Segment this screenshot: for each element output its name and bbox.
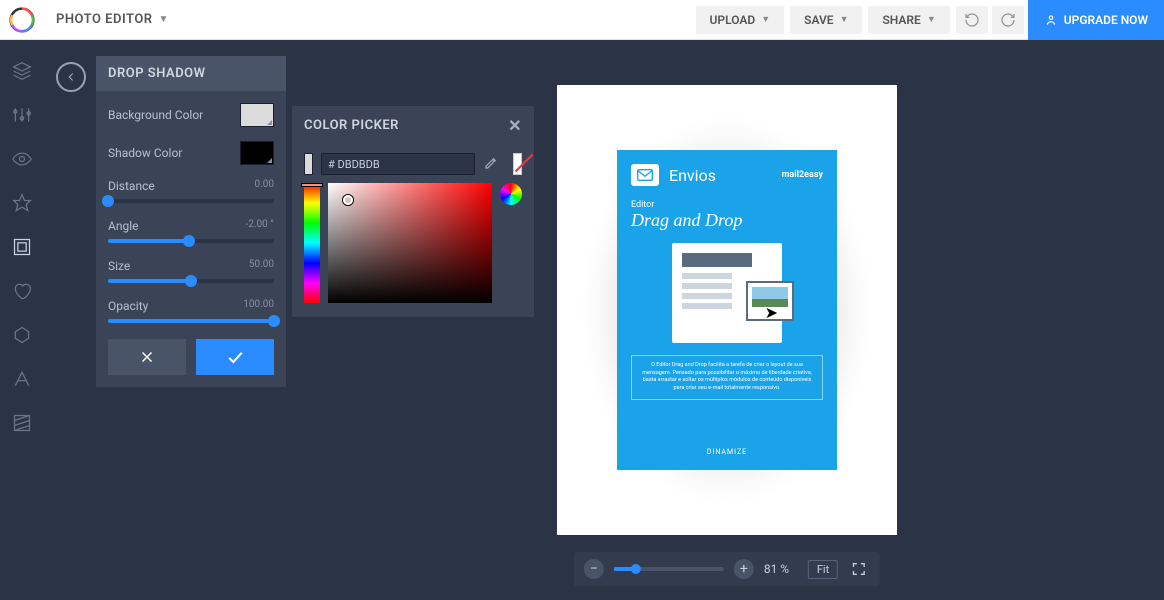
back-button[interactable] [56,62,86,92]
eyedropper-button[interactable] [483,153,497,175]
app-title: PHOTO EDITOR [56,12,153,27]
no-color-button[interactable] [513,153,522,175]
texture-icon[interactable] [11,412,33,434]
chevron-down-icon: ▼ [159,14,169,25]
opacity-value: 100.00 [243,299,274,313]
flyer-brand: mail2easy [782,170,823,180]
size-label: Size [108,259,130,273]
color-picker-title: COLOR PICKER [304,118,399,133]
zoom-value: 81 % [764,562,798,576]
bg-color-swatch[interactable] [240,103,274,127]
topbar: PHOTO EDITOR ▼ UPLOAD▼ SAVE▼ SHARE▼ UPGR… [0,0,1164,40]
size-value: 50.00 [249,259,274,273]
panel-title: DROP SHADOW [96,56,286,91]
zoom-out-button[interactable]: − [584,559,604,579]
canvas-image[interactable]: Envios mail2easy Editor Drag and Drop ➤ … [617,150,837,470]
adjust-icon[interactable] [11,104,33,126]
check-icon [225,347,245,367]
chevron-down-icon: ▼ [761,14,770,25]
zoom-slider[interactable] [614,567,724,571]
zoom-in-button[interactable]: + [734,559,754,579]
shadow-color-swatch[interactable] [240,141,274,165]
color-wheel-button[interactable] [500,183,522,205]
close-button[interactable]: ✕ [508,116,522,135]
arrow-left-icon [64,70,78,84]
bg-color-label: Background Color [108,108,203,122]
flyer-heading: Drag and Drop [631,210,823,231]
flyer-description: O Editor Drag and Drop facilita a tarefa… [631,355,823,400]
color-picker-panel: COLOR PICKER ✕ [292,106,534,317]
hue-slider[interactable] [304,183,320,303]
app-title-dropdown[interactable]: PHOTO EDITOR ▼ [44,0,180,40]
flyer-footer: DINAMIZE [631,448,823,456]
flyer-illustration: ➤ [672,243,782,343]
cursor-icon: ➤ [765,303,778,322]
redo-button[interactable] [992,6,1024,34]
drop-shadow-panel: DROP SHADOW Background Color Shadow Colo… [96,56,286,387]
distance-slider[interactable] [108,199,274,203]
tool-rail [0,40,44,600]
flyer-subtitle: Editor [631,200,823,210]
save-button[interactable]: SAVE▼ [790,6,862,34]
zoom-fit-button[interactable]: Fit [808,560,838,579]
angle-label: Angle [108,219,138,233]
layers-icon[interactable] [11,60,33,82]
current-color-swatch [304,153,313,175]
envelope-icon [631,164,659,186]
cancel-button[interactable] [108,339,186,375]
frame-icon[interactable] [11,236,33,258]
opacity-label: Opacity [108,299,148,313]
zoom-controls: − + 81 % Fit [574,552,880,586]
text-icon[interactable] [11,368,33,390]
chevron-down-icon: ▼ [840,14,849,25]
distance-label: Distance [108,179,155,193]
angle-slider[interactable] [108,239,274,243]
size-slider[interactable] [108,279,274,283]
share-button[interactable]: SHARE▼ [868,6,949,34]
undo-button[interactable] [956,6,988,34]
hex-input[interactable] [321,153,475,175]
artboard: Envios mail2easy Editor Drag and Drop ➤ … [557,85,897,535]
shadow-color-label: Shadow Color [108,146,182,160]
close-icon [138,348,156,366]
chevron-down-icon: ▼ [927,14,936,25]
shape-icon[interactable] [11,324,33,346]
eye-icon[interactable] [11,148,33,170]
app-logo [0,0,44,40]
star-icon[interactable] [11,192,33,214]
apply-button[interactable] [196,339,274,375]
fullscreen-button[interactable] [848,558,870,580]
distance-value: 0.00 [255,179,275,193]
opacity-slider[interactable] [108,319,274,323]
upload-button[interactable]: UPLOAD▼ [696,6,785,34]
upgrade-button[interactable]: UPGRADE NOW [1028,0,1164,40]
heart-icon[interactable] [11,280,33,302]
angle-value: -2.00 ° [246,219,274,233]
upgrade-icon [1044,13,1058,27]
flyer-title: Envios [669,166,772,185]
saturation-value-field[interactable] [328,183,492,303]
